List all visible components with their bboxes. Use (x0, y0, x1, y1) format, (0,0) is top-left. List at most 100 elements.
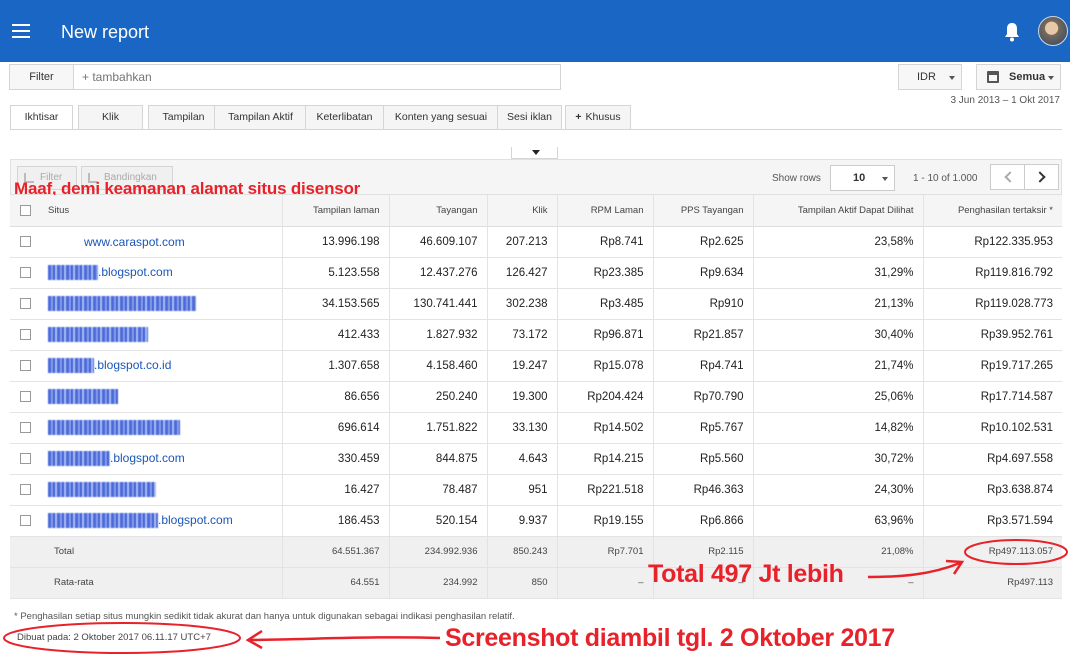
tab-ikhtisar[interactable]: Ikhtisar (10, 105, 73, 130)
row-checkbox-cell (10, 412, 40, 444)
column-header-pps-tayangan[interactable]: PPS Tayangan (653, 195, 754, 227)
tab-klik[interactable]: Klik (78, 105, 143, 129)
avatar[interactable] (1038, 16, 1068, 46)
row-checkbox[interactable] (19, 390, 31, 402)
currency-select[interactable]: IDR (898, 64, 962, 90)
site-link[interactable]: .blogspot.com (110, 451, 185, 465)
row-checkbox[interactable] (19, 235, 31, 247)
site-cell[interactable] (40, 319, 283, 351)
chevron-down-icon (1048, 76, 1054, 80)
next-page-button[interactable] (1024, 164, 1059, 190)
table-cell: Rp122.335.953 (923, 226, 1062, 258)
site-cell[interactable] (40, 474, 283, 506)
table-row[interactable]: .blogspot.com 5.123.558 12.437.276 126.427 R… (10, 257, 1062, 289)
calendar-icon (987, 71, 999, 83)
site-link[interactable]: .blogspot.co.id (94, 358, 171, 372)
table-row[interactable]: www.caraspot.com 13.996.198 46.609.107 207.… (10, 226, 1062, 258)
table-cell: 250.240 (389, 381, 488, 413)
table-cell: Rp910 (653, 288, 754, 320)
table-cell: 86.656 (282, 381, 390, 413)
column-header-situs[interactable]: Situs (40, 195, 283, 227)
column-header-tampilan-aktif-dapat-dilihat[interactable]: Tampilan Aktif Dapat Dilihat (753, 195, 924, 227)
summary-spacer-cell (10, 567, 40, 599)
date-range-label: Semua (1009, 71, 1046, 83)
tab-tampilan[interactable]: Tampilan (148, 105, 219, 129)
row-checkbox[interactable] (19, 452, 31, 464)
tab-tampilan-aktif[interactable]: Tampilan Aktif (214, 105, 307, 129)
row-checkbox[interactable] (19, 297, 31, 309)
notifications-bell-icon[interactable] (1003, 22, 1021, 42)
table-row[interactable]: .blogspot.com 186.453 520.154 9.937 Rp19.155… (10, 505, 1062, 537)
filter-label[interactable]: Filter (10, 65, 74, 89)
row-checkbox[interactable] (19, 421, 31, 433)
date-range-select[interactable]: Semua (976, 64, 1061, 90)
tab-konten-yang-sesuai[interactable]: Konten yang sesuai (383, 105, 499, 129)
tab-keterlibatan[interactable]: Keterlibatan (305, 105, 384, 129)
previous-page-button[interactable] (990, 164, 1025, 190)
table-cell: 330.459 (282, 443, 390, 475)
table-cell: 46.609.107 (389, 226, 488, 258)
table-row[interactable]: .blogspot.com 330.459 844.875 4.643 Rp14.215… (10, 443, 1062, 475)
table-cell: Rp3.485 (557, 288, 654, 320)
row-checkbox[interactable] (19, 328, 31, 340)
site-link[interactable]: .blogspot.com (98, 265, 173, 279)
table-cell: 19.247 (487, 350, 558, 382)
chevron-down-icon (882, 177, 888, 181)
site-link[interactable]: .blogspot.com (158, 513, 233, 527)
summary-cell: 234.992.936 (389, 536, 488, 568)
column-header-klik[interactable]: Klik (487, 195, 558, 227)
row-checkbox[interactable] (19, 514, 31, 526)
column-header-rpm-laman[interactable]: RPM Laman (557, 195, 654, 227)
filter-input[interactable] (76, 65, 556, 89)
table-cell: Rp4.741 (653, 350, 754, 382)
row-checkbox-cell (10, 474, 40, 506)
table-cell: Rp4.697.558 (923, 443, 1062, 475)
row-checkbox-cell (10, 226, 40, 258)
tab-khusus[interactable]: + Khusus (565, 105, 631, 129)
table-cell: 302.238 (487, 288, 558, 320)
table-cell: 23,58% (753, 226, 924, 258)
column-header-tayangan[interactable]: Tayangan (389, 195, 488, 227)
collapse-toggle[interactable] (511, 147, 558, 159)
table-row[interactable]: 34.153.565 130.741.441 302.238 Rp3.485 Rp910… (10, 288, 1062, 320)
table-row[interactable]: .blogspot.co.id 1.307.658 4.158.460 19.247 R… (10, 350, 1062, 382)
column-header-tampilan-laman[interactable]: Tampilan laman (282, 195, 390, 227)
row-checkbox[interactable] (19, 359, 31, 371)
site-cell[interactable]: .blogspot.com (40, 443, 283, 475)
tab-label: Sesi iklan (507, 111, 552, 123)
site-cell[interactable] (40, 381, 283, 413)
site-cell[interactable]: .blogspot.com (40, 505, 283, 537)
app-header: New report (0, 0, 1070, 62)
total-annotation: Total 497 Jt lebih (648, 560, 844, 588)
summary-cell: Rp497.113.057 (923, 536, 1062, 568)
censored-site-name (48, 451, 110, 467)
tab-label: Tampilan (162, 111, 205, 123)
rows-per-page-value: 10 (853, 172, 866, 184)
menu-icon[interactable] (12, 24, 30, 38)
site-cell[interactable]: www.caraspot.com (40, 226, 283, 258)
row-checkbox[interactable] (19, 266, 31, 278)
site-cell[interactable] (40, 288, 283, 320)
table-cell: 21,13% (753, 288, 924, 320)
column-header-penghasilan-tertaksir[interactable]: Penghasilan tertaksir * (923, 195, 1062, 227)
site-link[interactable]: www.caraspot.com (84, 235, 185, 249)
table-cell: 13.996.198 (282, 226, 390, 258)
tab-sesi-iklan[interactable]: Sesi iklan (497, 105, 562, 129)
row-checkbox-cell (10, 350, 40, 382)
table-cell: Rp46.363 (653, 474, 754, 506)
site-cell[interactable] (40, 412, 283, 444)
table-row[interactable]: 412.433 1.827.932 73.172 Rp96.871 Rp21.857 30… (10, 319, 1062, 351)
table-cell: 130.741.441 (389, 288, 488, 320)
table-cell: Rp14.502 (557, 412, 654, 444)
site-cell[interactable]: .blogspot.co.id (40, 350, 283, 382)
table-row[interactable]: 16.427 78.487 951 Rp221.518 Rp46.363 24,30% Rp… (10, 474, 1062, 506)
rows-per-page-select[interactable]: 10 (830, 165, 895, 191)
table-row[interactable]: 696.614 1.751.822 33.130 Rp14.502 Rp5.767 14,… (10, 412, 1062, 444)
site-cell[interactable]: .blogspot.com (40, 257, 283, 289)
row-checkbox[interactable] (19, 483, 31, 495)
table-row[interactable]: 86.656 250.240 19.300 Rp204.424 Rp70.790 25,0… (10, 381, 1062, 413)
summary-cell: – (557, 567, 654, 599)
select-all-checkbox[interactable] (19, 204, 31, 216)
summary-label: Total (40, 536, 283, 568)
table-cell: Rp15.078 (557, 350, 654, 382)
